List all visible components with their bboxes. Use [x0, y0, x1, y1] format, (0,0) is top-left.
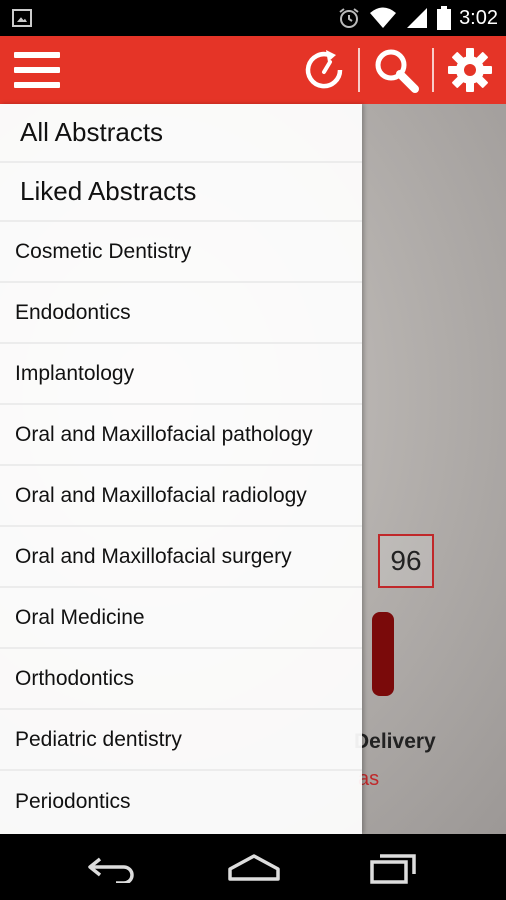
- drawer-item-label: Implantology: [15, 361, 135, 385]
- drawer-item-orthodontics[interactable]: Orthodontics: [0, 649, 362, 710]
- drawer-item-label: All Abstracts: [20, 117, 164, 147]
- battery-icon: [437, 6, 452, 30]
- image-notification-icon: [12, 9, 32, 27]
- drawer-item-implantology[interactable]: Implantology: [0, 344, 362, 405]
- drawer-item-all-abstracts[interactable]: All Abstracts: [0, 104, 362, 163]
- drawer-item-label: Oral and Maxillofacial radiology: [15, 483, 307, 507]
- drawer-item-label: Cosmetic Dentistry: [15, 239, 192, 263]
- primary-action-button: [372, 612, 394, 696]
- app-bar: [0, 36, 506, 104]
- recent-apps-button[interactable]: [364, 848, 424, 888]
- refresh-timer-button[interactable]: [298, 44, 350, 96]
- recent-apps-icon: [370, 854, 416, 884]
- drawer-item-label: Periodontics: [15, 789, 131, 813]
- drawer-item-label: Orthodontics: [15, 666, 135, 690]
- wifi-icon: [370, 7, 397, 28]
- drawer-item-label: Liked Abstracts: [20, 176, 197, 206]
- refresh-timer-icon: [305, 50, 343, 89]
- navigation-drawer: All Abstracts Liked Abstracts Cosmetic D…: [0, 104, 362, 834]
- drawer-item-oral-maxillofacial-pathology[interactable]: Oral and Maxillofacial pathology: [0, 405, 362, 466]
- drawer-item-label: Pediatric dentistry: [15, 727, 182, 751]
- toolbar-divider: [358, 48, 360, 92]
- drawer-item-oral-maxillofacial-surgery[interactable]: Oral and Maxillofacial surgery: [0, 527, 362, 588]
- drawer-item-cosmetic-dentistry[interactable]: Cosmetic Dentistry: [0, 222, 362, 283]
- system-nav-bar: [0, 834, 506, 900]
- search-icon: [375, 49, 419, 93]
- drawer-item-label: Endodontics: [15, 300, 131, 324]
- clock: 3:02: [459, 6, 498, 29]
- drawer-item-label: Oral Medicine: [15, 605, 145, 629]
- alarm-icon: [339, 8, 359, 28]
- delivery-label: Delivery: [354, 730, 436, 753]
- toolbar-divider: [432, 48, 434, 92]
- back-icon: [88, 857, 134, 883]
- search-button[interactable]: [370, 44, 422, 96]
- status-bar: 3:02: [0, 0, 506, 36]
- drawer-item-liked-abstracts[interactable]: Liked Abstracts: [0, 163, 362, 222]
- drawer-item-label: Oral and Maxillofacial pathology: [15, 422, 313, 446]
- drawer-item-periodontics[interactable]: Periodontics: [0, 771, 362, 832]
- back-button[interactable]: [82, 848, 142, 888]
- drawer-item-oral-maxillofacial-radiology[interactable]: Oral and Maxillofacial radiology: [0, 466, 362, 527]
- settings-gear-icon: [448, 48, 492, 92]
- drawer-item-oral-medicine[interactable]: Oral Medicine: [0, 588, 362, 649]
- home-button[interactable]: [224, 848, 284, 888]
- drawer-item-label: Oral and Maxillofacial surgery: [15, 544, 292, 568]
- menu-hamburger-icon[interactable]: [14, 52, 60, 88]
- count-box: 96: [378, 534, 434, 588]
- status-icons: 3:02: [337, 0, 498, 36]
- settings-button[interactable]: [444, 44, 496, 96]
- drawer-item-endodontics[interactable]: Endodontics: [0, 283, 362, 344]
- signal-icon: [407, 8, 428, 28]
- drawer-item-pediatric-dentistry[interactable]: Pediatric dentistry: [0, 710, 362, 771]
- home-icon: [228, 854, 280, 881]
